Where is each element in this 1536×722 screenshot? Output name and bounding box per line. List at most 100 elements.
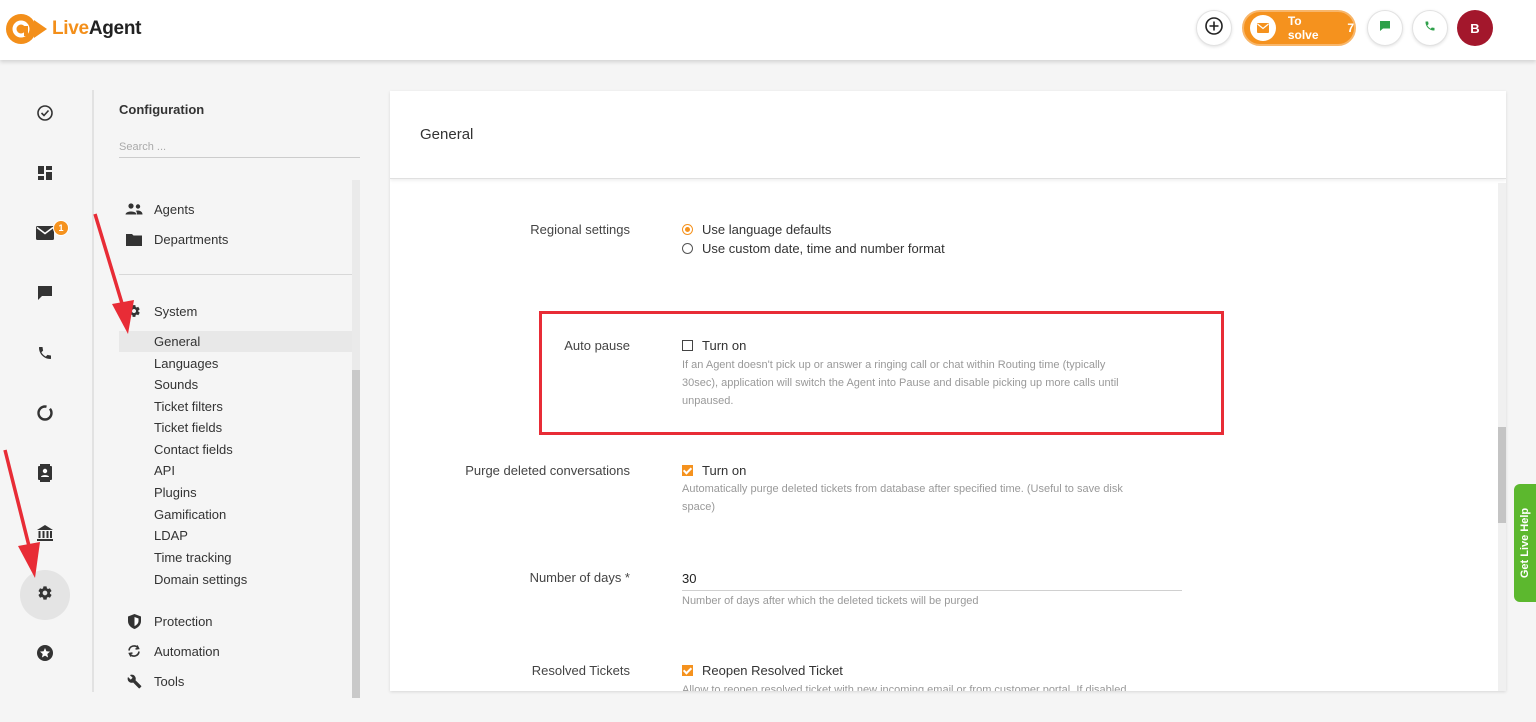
- nav-calls[interactable]: [20, 330, 70, 380]
- navigation-rail: 1: [0, 60, 90, 722]
- plus-circle-icon: [1204, 16, 1224, 41]
- configuration-panel: Configuration Agents Departments System …: [100, 60, 370, 722]
- config-group-system[interactable]: System: [124, 303, 197, 319]
- config-group-system-label: System: [154, 303, 198, 319]
- config-group-automation-label: Automation: [154, 643, 220, 659]
- number-of-days-label: Number of days *: [529, 570, 630, 585]
- sync-icon: [124, 643, 144, 659]
- liveagent-logo[interactable]: LiveAgent: [4, 12, 141, 46]
- purge-deleted-label: Purge deleted conversations: [465, 463, 630, 478]
- main-scrollbar-thumb[interactable]: [1498, 427, 1506, 523]
- use-language-defaults-label: Use language defaults: [702, 222, 832, 237]
- config-item-domain-settings[interactable]: Domain settings: [154, 569, 247, 590]
- config-item-api[interactable]: API: [154, 460, 175, 481]
- logo-live-text: Live: [52, 18, 89, 39]
- chat-icon: [37, 285, 53, 306]
- config-item-sounds[interactable]: Sounds: [154, 374, 198, 395]
- page-title: General: [420, 126, 474, 143]
- chat-status-button[interactable]: [1367, 10, 1403, 46]
- to-solve-count: 7: [1347, 21, 1354, 35]
- phone-icon: [1424, 19, 1436, 37]
- config-group-protection-label: Protection: [154, 613, 213, 629]
- reopen-resolved-option-label: Reopen Resolved Ticket: [702, 663, 843, 678]
- add-new-button[interactable]: [1196, 10, 1232, 46]
- config-scrollbar-thumb[interactable]: [352, 370, 360, 698]
- radio-unchecked-icon: [682, 243, 693, 254]
- to-solve-button[interactable]: To solve 7: [1242, 10, 1356, 46]
- nav-chats[interactable]: [20, 270, 70, 320]
- nav-favorites[interactable]: [20, 630, 70, 680]
- panel-header: General: [390, 91, 1506, 179]
- config-group-protection[interactable]: Protection: [124, 613, 213, 629]
- chat-icon: [1379, 19, 1391, 37]
- config-group-tools[interactable]: Tools: [124, 673, 184, 689]
- config-item-gamification[interactable]: Gamification: [154, 504, 226, 525]
- tickets-badge: 1: [53, 220, 69, 236]
- config-group-departments[interactable]: Departments: [124, 231, 228, 247]
- config-item-contact-fields[interactable]: Contact fields: [154, 439, 233, 460]
- number-of-days-input[interactable]: [682, 567, 1182, 591]
- config-item-general[interactable]: General: [119, 331, 352, 352]
- envelope-icon: [1250, 15, 1276, 41]
- config-item-ticket-fields[interactable]: Ticket fields: [154, 417, 222, 438]
- get-live-help-tab[interactable]: Get Live Help: [1514, 484, 1536, 602]
- logo-agent-text: Agent: [88, 18, 142, 39]
- purge-deleted-option-label: Turn on: [702, 463, 747, 478]
- resolved-tickets-label: Resolved Tickets: [531, 663, 630, 678]
- contact-card-icon: [37, 463, 53, 487]
- config-item-ldap[interactable]: LDAP: [154, 525, 188, 546]
- star-circle-icon: [36, 644, 54, 667]
- configuration-search-input[interactable]: [119, 136, 360, 158]
- config-item-ticket-filters[interactable]: Ticket filters: [154, 396, 223, 417]
- nav-contacts[interactable]: [20, 450, 70, 500]
- number-of-days-description: Number of days after which the deleted t…: [682, 595, 979, 607]
- nav-tasks[interactable]: [20, 90, 70, 140]
- to-solve-label: To solve: [1287, 14, 1319, 42]
- people-icon: [124, 201, 144, 217]
- resolved-tickets-description: Allow to reopen resolved ticket with new…: [682, 684, 1130, 691]
- avatar-initial: B: [1470, 20, 1480, 36]
- nav-configuration[interactable]: [20, 570, 70, 620]
- bank-icon: [36, 524, 54, 547]
- user-avatar[interactable]: B: [1457, 10, 1493, 46]
- mail-icon: [36, 225, 54, 245]
- config-group-agents-label: Agents: [154, 201, 195, 217]
- config-group-tools-label: Tools: [154, 673, 185, 689]
- folder-icon: [124, 231, 144, 247]
- gear-icon: [37, 585, 53, 606]
- config-separator: [119, 274, 352, 275]
- top-bar: LiveAgent To solve 7 B: [0, 0, 1536, 60]
- use-custom-format-radio[interactable]: Use custom date, time and number format: [682, 241, 945, 256]
- use-custom-format-label: Use custom date, time and number format: [702, 241, 945, 256]
- checkbox-checked-icon: [682, 465, 693, 476]
- config-group-departments-label: Departments: [154, 231, 229, 247]
- call-status-button[interactable]: [1412, 10, 1448, 46]
- regional-settings-label: Regional settings: [530, 222, 630, 237]
- phone-icon: [37, 345, 53, 366]
- config-item-plugins[interactable]: Plugins: [154, 482, 197, 503]
- logo-icon: [4, 12, 48, 46]
- donut-chart-icon: [36, 404, 54, 427]
- dashboard-icon: [37, 165, 53, 186]
- config-item-languages[interactable]: Languages: [154, 353, 218, 374]
- gear-icon: [124, 303, 144, 319]
- auto-pause-highlight-box: [539, 311, 1224, 435]
- rail-divider: [92, 90, 94, 692]
- radio-checked-icon: [682, 224, 693, 235]
- purge-deleted-checkbox[interactable]: Turn on: [682, 463, 746, 478]
- config-item-time-tracking[interactable]: Time tracking: [154, 547, 232, 568]
- reopen-resolved-checkbox[interactable]: Reopen Resolved Ticket: [682, 663, 843, 678]
- nav-dashboard[interactable]: [20, 150, 70, 200]
- check-circle-icon: [36, 104, 54, 127]
- configuration-title: Configuration: [119, 102, 205, 117]
- checkbox-checked-icon: [682, 665, 693, 676]
- shield-icon: [124, 613, 144, 629]
- nav-companies[interactable]: [20, 510, 70, 560]
- purge-deleted-description: Automatically purge deleted tickets from…: [682, 483, 1123, 513]
- config-group-automation[interactable]: Automation: [124, 643, 220, 659]
- get-live-help-label: Get Live Help: [1519, 507, 1532, 579]
- config-group-agents[interactable]: Agents: [124, 201, 194, 217]
- nav-reports[interactable]: [20, 390, 70, 440]
- use-language-defaults-radio[interactable]: Use language defaults: [682, 222, 831, 237]
- nav-tickets[interactable]: 1: [20, 210, 70, 260]
